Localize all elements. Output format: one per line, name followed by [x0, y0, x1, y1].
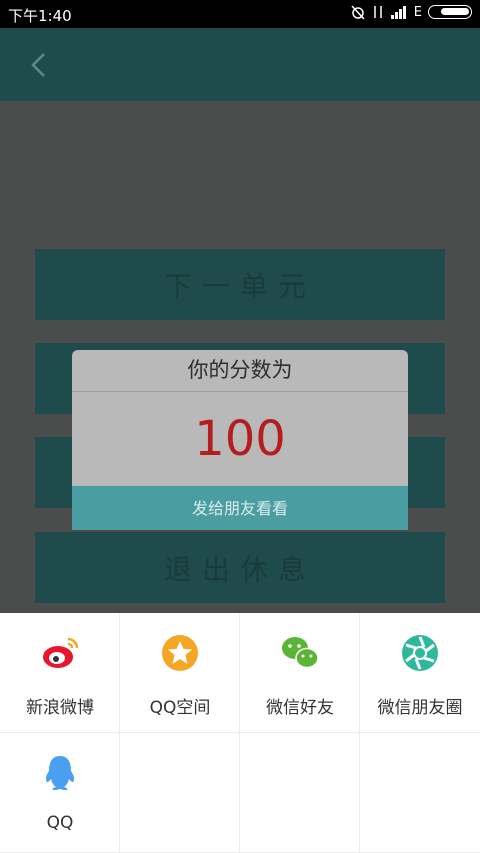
back-arrow-icon[interactable]	[26, 50, 56, 80]
next-unit-button[interactable]: 下一单元	[35, 249, 445, 320]
wechat-icon	[282, 637, 319, 669]
share-label: QQ	[46, 813, 74, 833]
share-empty-cell	[240, 733, 360, 853]
send-to-friends-button[interactable]: 发给朋友看看	[72, 486, 408, 530]
app-header	[0, 28, 480, 101]
dialog-title: 你的分数为	[72, 350, 408, 392]
data-transfer-icon	[374, 6, 382, 18]
battery-icon	[428, 5, 472, 19]
network-type: E	[413, 4, 422, 20]
status-time: 下午1:40	[8, 7, 72, 25]
share-label: 微信好友	[266, 698, 334, 718]
status-bar: 下午1:40 E	[0, 0, 480, 28]
share-empty-cell	[120, 733, 240, 853]
score-dialog: 你的分数为 100 发给朋友看看	[72, 350, 408, 530]
share-qq[interactable]: QQ	[0, 733, 120, 853]
share-label: 新浪微博	[26, 698, 94, 718]
share-weibo[interactable]: 新浪微博	[0, 613, 120, 733]
share-label: QQ空间	[149, 698, 211, 718]
share-label: 微信朋友圈	[377, 698, 463, 718]
score-value: 100	[194, 411, 286, 467]
share-qzone[interactable]: QQ空间	[120, 613, 240, 733]
share-moments[interactable]: 微信朋友圈	[360, 613, 480, 733]
weibo-icon	[43, 637, 79, 668]
moments-icon	[402, 635, 438, 671]
qzone-icon	[162, 635, 198, 671]
alarm-off-icon	[351, 5, 365, 20]
share-empty-cell	[360, 733, 480, 853]
share-wechat[interactable]: 微信好友	[240, 613, 360, 733]
exit-rest-button[interactable]: 退出休息	[35, 532, 445, 603]
status-icons: E	[350, 4, 472, 20]
share-sheet: 新浪微博 QQ空间 微信好友 微信朋友圈 QQ	[0, 613, 480, 853]
qq-icon	[45, 756, 75, 790]
signal-icon	[390, 6, 406, 19]
